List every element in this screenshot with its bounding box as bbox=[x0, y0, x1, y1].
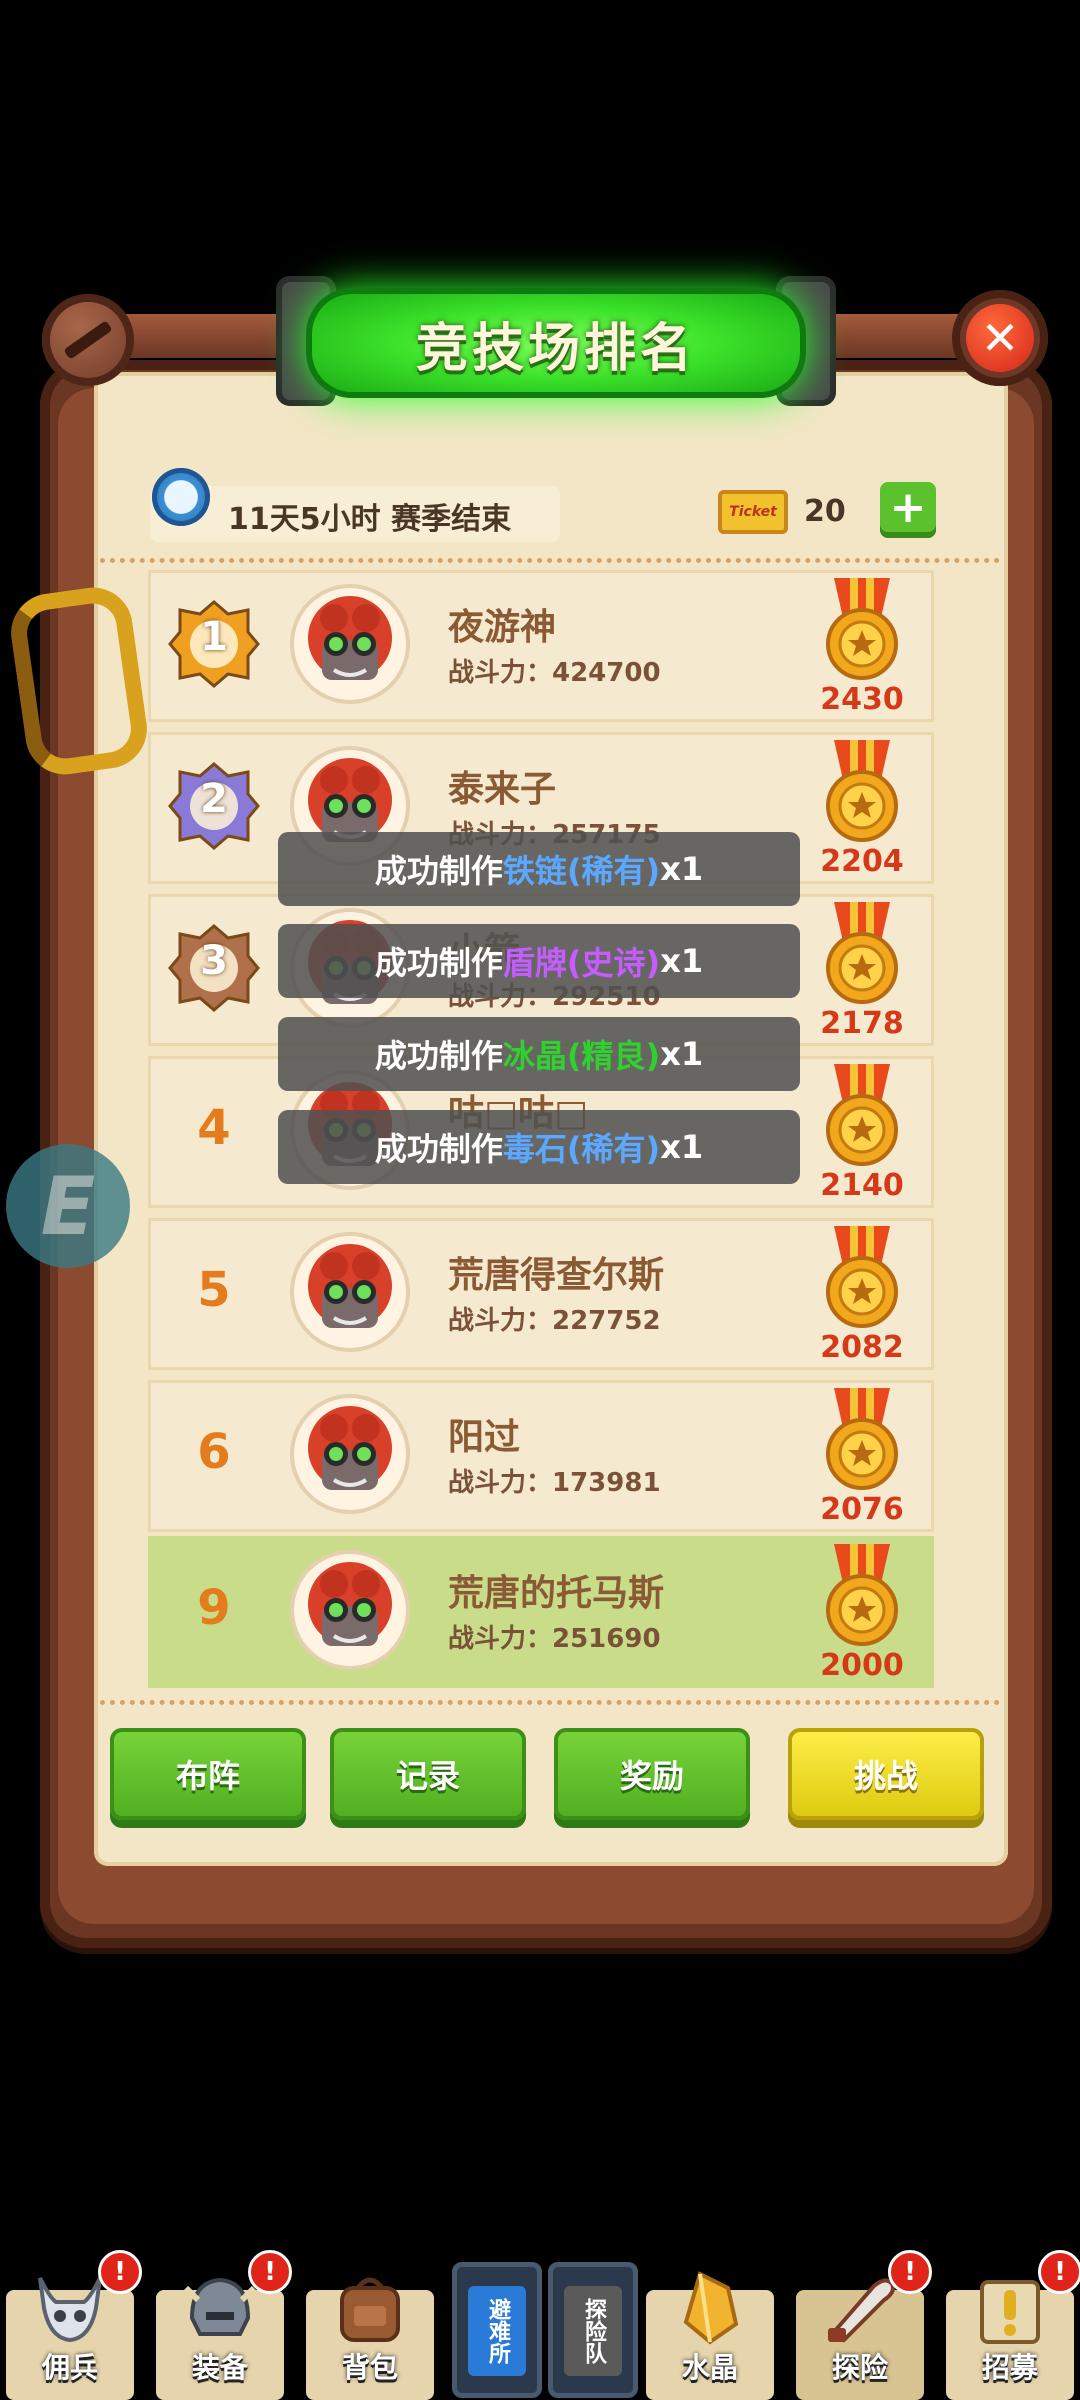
player-power: 战斗力：173981 bbox=[448, 1468, 661, 1498]
nav-label: 佣兵 bbox=[41, 2351, 98, 2384]
medal-icon bbox=[820, 1064, 904, 1168]
medal-icon bbox=[820, 902, 904, 1006]
arena-score: 2204 bbox=[820, 844, 904, 879]
alert-badge-icon: ! bbox=[1038, 2250, 1080, 2294]
season-timer: 11天5小时 赛季结束 bbox=[228, 502, 512, 537]
toast-quantity: x1 bbox=[660, 1128, 704, 1166]
arena-score: 2178 bbox=[820, 1006, 904, 1041]
medal-icon bbox=[820, 1388, 904, 1492]
nav-item-explore[interactable]: 探险! bbox=[790, 2250, 932, 2400]
recruit-icon bbox=[970, 2268, 1050, 2348]
explore-icon bbox=[820, 2268, 900, 2348]
player-name: 荒唐的托马斯 bbox=[448, 1573, 665, 1614]
rank-number: 2 bbox=[200, 776, 228, 822]
medal-icon bbox=[820, 1226, 904, 1330]
player-name: 泰来子 bbox=[448, 769, 557, 810]
backpack-icon bbox=[330, 2268, 410, 2348]
shelter-icon: 避难所 bbox=[468, 2286, 526, 2376]
toast-quantity: x1 bbox=[660, 1035, 704, 1073]
nav-label: 招募 bbox=[981, 2351, 1038, 2384]
floating-assist-button[interactable]: E bbox=[6, 1144, 130, 1268]
ranking-row-self[interactable]: 9 荒唐的托马斯战斗力：251690 2000 bbox=[148, 1536, 934, 1688]
nav-item-helmet[interactable]: 装备! bbox=[150, 2250, 292, 2400]
player-power: 战斗力：251690 bbox=[448, 1624, 661, 1654]
toast-item: 铁链(稀有) bbox=[502, 852, 661, 890]
toast-quantity: x1 bbox=[660, 942, 704, 980]
toast-quantity: x1 bbox=[660, 850, 704, 888]
close-icon: ✕ bbox=[966, 304, 1034, 372]
rank-number: 6 bbox=[197, 1424, 231, 1480]
arena-score: 2082 bbox=[820, 1330, 904, 1365]
expedition-icon: 探险队 bbox=[564, 2286, 622, 2376]
left-bolt-icon bbox=[42, 294, 134, 386]
nav-tab-shelter[interactable]: 避难所 bbox=[452, 2262, 542, 2398]
player-name: 夜游神 bbox=[448, 607, 557, 648]
medal-icon bbox=[820, 578, 904, 682]
toast-item: 冰晶(精良) bbox=[502, 1037, 661, 1075]
mercenary-icon bbox=[30, 2268, 110, 2348]
medal-icon bbox=[820, 1544, 904, 1648]
arena-score: 2140 bbox=[820, 1168, 904, 1203]
rank-number: 1 bbox=[200, 614, 228, 660]
toast-prefix: 成功制作 bbox=[374, 1037, 503, 1075]
arena-score: 2000 bbox=[820, 1648, 904, 1683]
nav-label: 探险 bbox=[831, 2351, 888, 2384]
toast-prefix: 成功制作 bbox=[374, 1130, 503, 1168]
records-button[interactable]: 记录 bbox=[330, 1728, 526, 1820]
divider-top bbox=[100, 558, 1000, 563]
avatar[interactable] bbox=[294, 1236, 406, 1348]
alert-badge-icon: ! bbox=[248, 2250, 292, 2294]
stopwatch-icon bbox=[152, 468, 210, 526]
toast-prefix: 成功制作 bbox=[374, 852, 503, 890]
craft-toast: 成功制作 冰晶(精良) x1 bbox=[278, 1017, 800, 1091]
avatar[interactable] bbox=[294, 1398, 406, 1510]
ticket-icon: Ticket bbox=[718, 490, 788, 534]
alert-badge-icon: ! bbox=[98, 2250, 142, 2294]
player-power: 战斗力：424700 bbox=[448, 658, 661, 688]
nav-item-mercenary[interactable]: 佣兵! bbox=[0, 2250, 142, 2400]
rank-number: 5 bbox=[197, 1262, 231, 1318]
toast-prefix: 成功制作 bbox=[374, 944, 503, 982]
nav-label: 水晶 bbox=[681, 2351, 738, 2384]
arena-score: 2076 bbox=[820, 1492, 904, 1527]
ranking-row[interactable]: 1 夜游神战斗力：424700 2430 bbox=[148, 570, 934, 722]
add-ticket-button[interactable]: + bbox=[880, 482, 936, 538]
rank-number: 4 bbox=[197, 1100, 231, 1156]
rewards-button[interactable]: 奖励 bbox=[554, 1728, 750, 1820]
crystal-icon bbox=[670, 2268, 750, 2348]
nav-item-backpack[interactable]: 背包 bbox=[300, 2250, 440, 2400]
nav-item-crystal[interactable]: 水晶 bbox=[640, 2250, 780, 2400]
player-name: 荒唐得查尔斯 bbox=[448, 1255, 665, 1296]
alert-badge-icon: ! bbox=[888, 2250, 932, 2294]
challenge-button[interactable]: 挑战 bbox=[788, 1728, 984, 1820]
helmet-icon bbox=[180, 2268, 260, 2348]
page-title: 竞技场排名 bbox=[415, 319, 696, 379]
avatar[interactable] bbox=[294, 588, 406, 700]
lineup-button[interactable]: 布阵 bbox=[110, 1728, 306, 1820]
nav-label: 背包 bbox=[341, 2351, 398, 2384]
toast-item: 毒石(稀有) bbox=[502, 1130, 661, 1168]
plus-icon: + bbox=[889, 482, 927, 533]
medal-icon bbox=[820, 740, 904, 844]
player-power: 战斗力：227752 bbox=[448, 1306, 661, 1336]
divider-bottom bbox=[100, 1700, 1000, 1705]
player-name: 阳过 bbox=[448, 1417, 521, 1458]
arena-score: 2430 bbox=[820, 682, 904, 717]
craft-toast: 成功制作 盾牌(史诗) x1 bbox=[278, 924, 800, 998]
ticket-count: 20 bbox=[804, 494, 846, 529]
ranking-row[interactable]: 5 荒唐得查尔斯战斗力：227752 2082 bbox=[148, 1218, 934, 1370]
close-button[interactable]: ✕ bbox=[952, 290, 1048, 386]
ranking-row[interactable]: 6 阳过战斗力：173981 2076 bbox=[148, 1380, 934, 1532]
nav-item-recruit[interactable]: 招募! bbox=[940, 2250, 1080, 2400]
craft-toast: 成功制作 毒石(稀有) x1 bbox=[278, 1110, 800, 1184]
rank-number: 9 bbox=[197, 1580, 231, 1636]
craft-toast: 成功制作 铁链(稀有) x1 bbox=[278, 832, 800, 906]
rank-number: 3 bbox=[200, 938, 228, 984]
toast-item: 盾牌(史诗) bbox=[502, 944, 661, 982]
avatar[interactable] bbox=[294, 1554, 406, 1666]
nav-tab-expedition[interactable]: 探险队 bbox=[548, 2262, 638, 2398]
nav-label: 装备 bbox=[191, 2351, 248, 2384]
